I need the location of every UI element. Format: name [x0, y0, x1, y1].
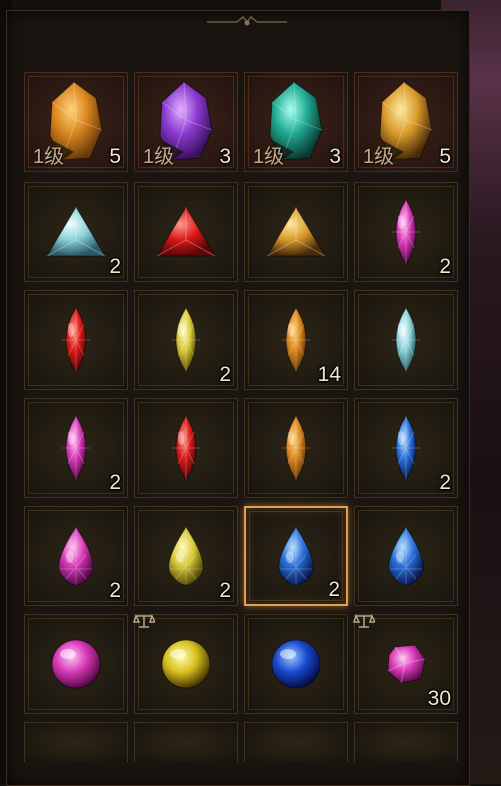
inventory-slot[interactable] — [244, 722, 348, 762]
inventory-slot[interactable]: 2 — [354, 182, 458, 282]
inventory-slot[interactable] — [24, 290, 128, 390]
ruby-marquise-gem-icon — [62, 307, 90, 373]
inventory-slot[interactable]: 1级 5 — [24, 72, 128, 172]
inventory-slot[interactable] — [24, 614, 128, 714]
ornament-icon — [207, 15, 287, 26]
scales-icon — [353, 614, 375, 628]
item-count: 2 — [109, 579, 121, 602]
item-level: 1级 — [33, 146, 65, 168]
inventory-slot[interactable]: 2 — [244, 506, 348, 606]
inventory-slot[interactable] — [244, 398, 348, 498]
item-level: 1级 — [253, 146, 285, 168]
item-count: 2 — [439, 471, 451, 494]
inventory-slot[interactable]: 2 — [134, 290, 238, 390]
item-count: 3 — [219, 145, 231, 168]
item-count: 2 — [328, 578, 340, 601]
inventory-slot[interactable] — [244, 182, 348, 282]
pink-rough-stone-icon — [387, 644, 426, 684]
item-count: 2 — [109, 255, 121, 278]
sapphire-teardrop-gem-icon — [278, 526, 314, 586]
sapphire-teardrop-gem-icon — [388, 526, 424, 586]
inventory-slot[interactable] — [354, 722, 458, 762]
item-count: 3 — [329, 145, 341, 168]
inventory-slot[interactable]: 1级 3 — [134, 72, 238, 172]
inventory-slot[interactable] — [134, 398, 238, 498]
inventory-slot[interactable]: 2 — [24, 506, 128, 606]
inventory-slot[interactable]: 2 — [24, 398, 128, 498]
item-count: 2 — [219, 363, 231, 386]
pink-marquise-gem-icon — [392, 199, 420, 265]
inventory-slot[interactable]: 1级 3 — [244, 72, 348, 172]
inventory-slot[interactable]: 2 — [24, 182, 128, 282]
inventory-slot[interactable]: 14 — [244, 290, 348, 390]
amber-marquise-gem-icon — [282, 307, 310, 373]
item-count: 14 — [317, 363, 341, 386]
item-count: 2 — [439, 255, 451, 278]
pink-teardrop-gem-icon — [58, 526, 94, 586]
inventory-slot[interactable] — [354, 506, 458, 606]
diamond-marquise-gem-icon — [392, 307, 420, 373]
diamond-triangle-gem-icon — [46, 206, 106, 257]
item-count: 5 — [439, 145, 451, 168]
citrine-marquise-gem-icon — [172, 307, 200, 373]
item-level: 1级 — [143, 146, 175, 168]
sapphire-marquise-gem-icon — [392, 415, 420, 481]
inventory-slot[interactable]: 2 — [354, 398, 458, 498]
amber-marquise-gem-icon — [282, 415, 310, 481]
inventory-slot[interactable] — [244, 614, 348, 714]
pink-orb-icon — [51, 639, 101, 689]
blue-orb-icon — [271, 639, 321, 689]
inventory-slot[interactable] — [133, 614, 238, 714]
inventory-slot[interactable] — [24, 722, 128, 762]
inventory-slot[interactable] — [354, 290, 458, 390]
ruby-marquise-gem-icon — [172, 415, 200, 481]
inventory-slot[interactable]: 1级 5 — [354, 72, 458, 172]
item-count: 30 — [427, 687, 451, 710]
ruby-triangle-gem-icon — [156, 206, 216, 257]
topaz-triangle-gem-icon — [266, 206, 326, 257]
item-level: 1级 — [363, 146, 395, 168]
citrine-teardrop-gem-icon — [168, 526, 204, 586]
pink-marquise-gem-icon — [62, 415, 90, 481]
inventory-slot[interactable]: 2 — [134, 506, 238, 606]
gold-orb-icon — [161, 639, 211, 689]
item-count: 2 — [109, 471, 121, 494]
scales-icon — [133, 614, 155, 628]
item-count: 2 — [219, 579, 231, 602]
inventory-slot[interactable] — [134, 722, 238, 762]
inventory-slot[interactable]: 30 — [353, 614, 458, 714]
inventory-slot[interactable] — [134, 182, 238, 282]
item-count: 5 — [109, 145, 121, 168]
